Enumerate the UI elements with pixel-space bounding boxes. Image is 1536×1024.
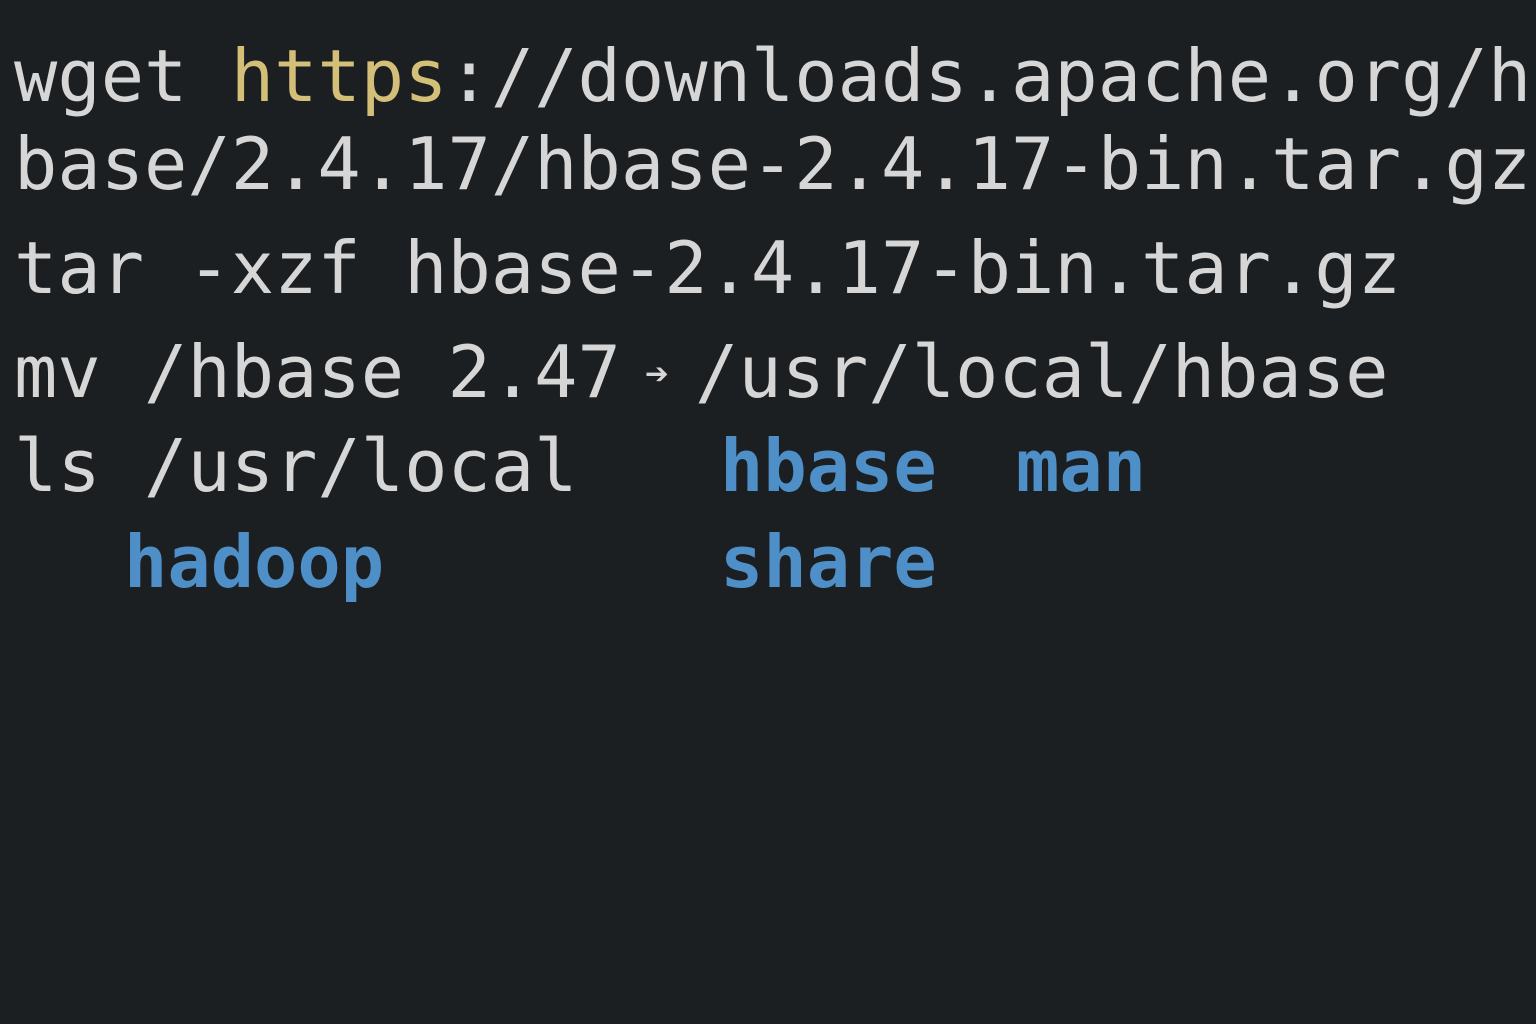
url-rest-line2: base/2.4.17/hbase-2.4.17-bin.tar.gz — [14, 122, 1532, 206]
url-scheme: https — [230, 34, 448, 118]
ls-entry-man: man — [1016, 424, 1147, 508]
tar-command-line: tar -xzf hbase-2.4.17-bin.tar.gz — [14, 232, 1401, 304]
ls-entry-share: share — [720, 520, 937, 604]
mv-source: mv /hbase 2.47 — [14, 330, 621, 414]
wget-command-continuation: base/2.4.17/hbase-2.4.17-bin.tar.gz — [14, 128, 1531, 200]
right-arrow-icon: ➔ — [644, 351, 669, 397]
wget-command-line: wget https://downloads.apache.org/h- — [14, 40, 1536, 112]
ls-entry-hbase: hbase — [720, 424, 937, 508]
mv-destination: /usr/local/hbase — [694, 330, 1389, 414]
terminal-window[interactable]: wget https://downloads.apache.org/h- bas… — [0, 0, 1536, 1024]
ls-command: ls /usr/local — [14, 424, 578, 508]
url-rest-line1: ://downloads.apache.org/h- — [447, 34, 1536, 118]
ls-entry-hadoop: hadoop — [124, 520, 385, 604]
mv-command-line: mv /hbase 2.47 ➔/usr/local/hbase — [14, 336, 1389, 408]
wget-command: wget — [14, 34, 231, 118]
tar-command: tar -xzf hbase-2.4.17-bin.tar.gz — [14, 226, 1402, 310]
ls-command-line: ls /usr/local — [14, 430, 578, 502]
